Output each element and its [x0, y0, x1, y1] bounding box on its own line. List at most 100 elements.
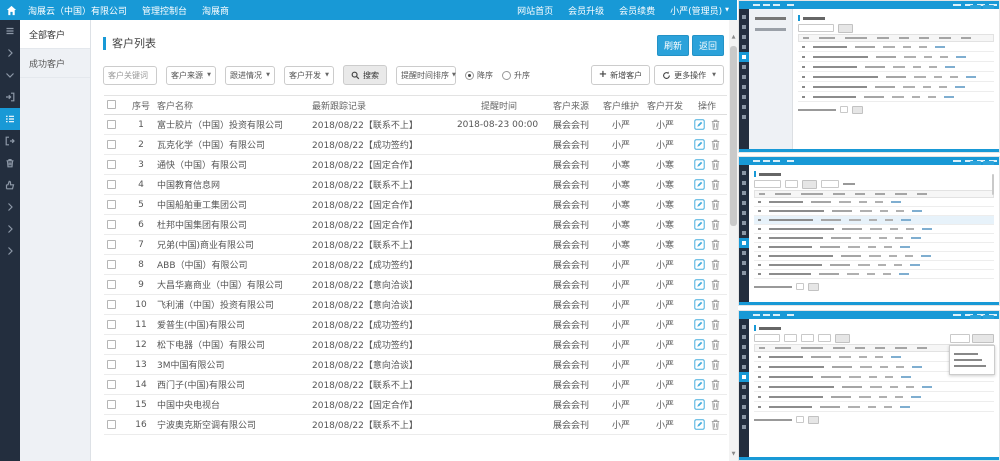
followup-select[interactable]: 跟进情况 ▼ [225, 66, 275, 85]
more-actions-button[interactable]: 更多操作 ▼ [654, 65, 724, 85]
sidebar-item-success-customers[interactable]: 成功客户 [20, 49, 90, 78]
customer-developer: 小严 [643, 315, 687, 335]
add-customer-button[interactable]: + 新增客户 [591, 65, 650, 85]
sign-in-icon [5, 92, 15, 102]
edit-button[interactable] [694, 379, 705, 390]
delete-button[interactable] [711, 179, 720, 190]
search-button[interactable]: 搜索 [343, 65, 387, 85]
row-checkbox[interactable] [107, 300, 116, 309]
customer-developer: 小严 [643, 255, 687, 275]
row-checkbox[interactable] [107, 160, 116, 169]
delete-button[interactable] [711, 259, 720, 270]
delete-button[interactable] [711, 239, 720, 250]
row-checkbox[interactable] [107, 180, 116, 189]
row-checkbox[interactable] [107, 240, 116, 249]
edit-icon [694, 359, 705, 370]
nav-member-upgrade[interactable]: 会员升级 [568, 4, 604, 17]
nav-company[interactable]: 淘展云（中国）有限公司 [28, 4, 127, 17]
sort-desc-radio[interactable]: 降序 [465, 70, 493, 81]
row-checkbox[interactable] [107, 260, 116, 269]
keyword-input[interactable] [103, 66, 157, 85]
edit-button[interactable] [694, 139, 705, 150]
edit-button[interactable] [694, 179, 705, 190]
select-all-checkbox[interactable] [107, 100, 116, 109]
nav-admin-console[interactable]: 管理控制台 [142, 4, 187, 17]
customer-keeper: 小寒 [599, 215, 643, 235]
sort-desc-label: 降序 [477, 70, 493, 81]
delete-button[interactable] [711, 419, 720, 430]
edit-icon [694, 139, 705, 150]
edit-button[interactable] [694, 199, 705, 210]
customer-source: 展会会刊 [543, 175, 599, 195]
sort-asc-label: 升序 [514, 70, 530, 81]
edit-button[interactable] [694, 219, 705, 230]
delete-button[interactable] [711, 379, 720, 390]
develop-select[interactable]: 客户开发 ▼ [284, 66, 334, 85]
row-checkbox[interactable] [107, 420, 116, 429]
delete-button[interactable] [711, 359, 720, 370]
delete-button[interactable] [711, 119, 720, 130]
row-checkbox[interactable] [107, 380, 116, 389]
back-button[interactable]: 返回 [692, 35, 724, 56]
user-menu[interactable]: 小严(管理员) ▼ [670, 4, 729, 17]
edit-button[interactable] [694, 259, 705, 270]
sort-select[interactable]: 提醒时间排序 ▼ [396, 66, 456, 85]
delete-button[interactable] [711, 199, 720, 210]
sort-asc-radio[interactable]: 升序 [502, 70, 530, 81]
row-checkbox[interactable] [107, 140, 116, 149]
sidebar-chevron-down-icon[interactable] [0, 64, 20, 86]
sidebar-sign-in-icon[interactable] [0, 86, 20, 108]
customer-developer: 小严 [643, 295, 687, 315]
row-checkbox[interactable] [107, 220, 116, 229]
edit-button[interactable] [694, 399, 705, 410]
delete-button[interactable] [711, 319, 720, 330]
delete-button[interactable] [711, 299, 720, 310]
edit-icon [694, 159, 705, 170]
scrollbar-thumb[interactable] [730, 46, 737, 226]
delete-button[interactable] [711, 399, 720, 410]
scroll-up-icon[interactable]: ▲ [729, 32, 738, 42]
delete-button[interactable] [711, 159, 720, 170]
add-customer-label: 新增客户 [610, 70, 642, 81]
row-checkbox[interactable] [107, 280, 116, 289]
remind-time-cell: 2018-08-23 00:00 [455, 115, 543, 135]
nav-site-home[interactable]: 网站首页 [517, 4, 553, 17]
edit-button[interactable] [694, 339, 705, 350]
source-select[interactable]: 客户来源 ▼ [166, 66, 216, 85]
delete-button[interactable] [711, 219, 720, 230]
sidebar-chevron-right-icon[interactable] [0, 218, 20, 240]
row-checkbox[interactable] [107, 200, 116, 209]
edit-button[interactable] [694, 419, 705, 430]
edit-button[interactable] [694, 299, 705, 310]
row-checkbox[interactable] [107, 360, 116, 369]
sidebar-chevron-right-icon[interactable] [0, 240, 20, 262]
vertical-scrollbar[interactable]: ▲ ▼ [729, 20, 738, 461]
edit-button[interactable] [694, 119, 705, 130]
sidebar-chevron-right-icon[interactable] [0, 42, 20, 64]
sidebar-menu-icon[interactable] [0, 20, 20, 42]
sidebar-thumbs-up-icon[interactable] [0, 174, 20, 196]
sidebar-chevron-right-icon[interactable] [0, 196, 20, 218]
sidebar-item-all-customers[interactable]: 全部客户 [20, 20, 90, 49]
sidebar-customer-list-icon[interactable] [0, 108, 20, 130]
row-checkbox[interactable] [107, 320, 116, 329]
nav-merchant[interactable]: 淘展商 [202, 4, 229, 17]
sidebar-sign-out-icon[interactable] [0, 130, 20, 152]
row-checkbox[interactable] [107, 400, 116, 409]
nav-member-renew[interactable]: 会员续费 [619, 4, 655, 17]
edit-button[interactable] [694, 239, 705, 250]
edit-button[interactable] [694, 279, 705, 290]
delete-button[interactable] [711, 279, 720, 290]
delete-button[interactable] [711, 339, 720, 350]
row-checkbox[interactable] [107, 340, 116, 349]
sidebar-trash-icon[interactable] [0, 152, 20, 174]
delete-button[interactable] [711, 139, 720, 150]
refresh-button[interactable]: 刷新 [657, 35, 689, 56]
scroll-down-icon[interactable]: ▼ [729, 449, 738, 459]
remind-time-cell [455, 335, 543, 355]
row-checkbox[interactable] [107, 120, 116, 129]
home-icon[interactable] [0, 0, 22, 20]
edit-button[interactable] [694, 359, 705, 370]
edit-button[interactable] [694, 319, 705, 330]
edit-button[interactable] [694, 159, 705, 170]
